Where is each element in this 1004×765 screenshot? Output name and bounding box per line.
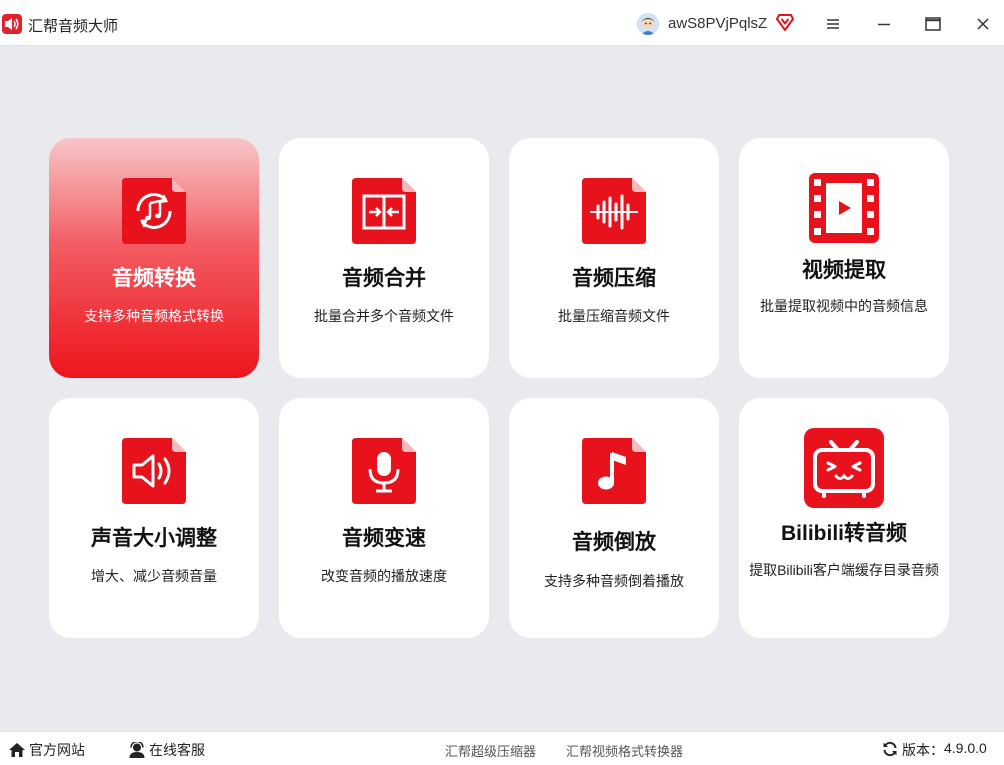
version-label: 版本： (902, 742, 944, 758)
feature-title: 音频变速 (342, 527, 426, 550)
customer-service-icon (129, 742, 145, 758)
audio-convert-icon (122, 178, 186, 244)
feature-card-audio-reverse[interactable]: 音频倒放 支持多种音频倒着播放 (509, 398, 719, 638)
status-bar: 官方网站 在线客服 汇帮超级压缩器 汇帮视频格式转换器 版本： 4.9.0.0 (0, 731, 1004, 765)
minimize-icon[interactable] (872, 12, 896, 36)
feature-title: 音频倒放 (572, 531, 656, 554)
super-compressor-link[interactable]: 汇帮超级压缩器 (445, 741, 536, 760)
feature-card-audio-speed[interactable]: 音频变速 改变音频的播放速度 (279, 398, 489, 638)
username[interactable]: awS8PVjPqlsZ (668, 15, 767, 32)
version-number: 4.9.0.0 (944, 740, 987, 756)
feature-card-video-extract[interactable]: 视频提取 批量提取视频中的音频信息 (739, 138, 949, 378)
bilibili-tv-icon (804, 428, 884, 508)
official-website-label: 官方网站 (29, 742, 85, 758)
feature-title: 声音大小调整 (91, 527, 217, 550)
audio-reverse-icon (582, 438, 646, 504)
feature-title: 音频压缩 (572, 267, 656, 290)
vip-diamond-icon[interactable] (776, 13, 794, 36)
volume-adjust-icon (122, 438, 186, 504)
user-avatar[interactable] (637, 13, 659, 35)
feature-desc: 批量压缩音频文件 (558, 308, 670, 324)
feature-desc: 批量合并多个音频文件 (314, 308, 454, 324)
feature-card-audio-merge[interactable]: 音频合并 批量合并多个音频文件 (279, 138, 489, 378)
feature-desc: 提取Bilibili客户端缓存目录音频 (749, 562, 939, 578)
feature-title: 音频转换 (112, 267, 196, 290)
title-bar: 汇帮音频大师 awS8PVjPqlsZ (0, 0, 1004, 46)
feature-card-volume-adjust[interactable]: 声音大小调整 增大、减少音频音量 (49, 398, 259, 638)
feature-desc: 支持多种音频倒着播放 (544, 573, 684, 589)
feature-desc: 改变音频的播放速度 (321, 568, 447, 584)
menu-icon[interactable] (821, 12, 845, 36)
video-converter-link[interactable]: 汇帮视频格式转换器 (566, 741, 683, 760)
feature-desc: 增大、减少音频音量 (91, 568, 217, 584)
audio-speed-icon (352, 438, 416, 504)
app-logo-icon (2, 14, 22, 34)
online-support-label: 在线客服 (149, 742, 205, 758)
feature-card-audio-compress[interactable]: 音频压缩 批量压缩音频文件 (509, 138, 719, 378)
close-icon[interactable] (971, 12, 995, 36)
home-icon (9, 743, 25, 757)
feature-desc: 支持多种音频格式转换 (84, 308, 224, 324)
official-website-link[interactable]: 官方网站 (8, 740, 85, 760)
online-support-link[interactable]: 在线客服 (128, 740, 205, 760)
feature-card-audio-convert[interactable]: 音频转换 支持多种音频格式转换 (49, 138, 259, 378)
maximize-icon[interactable] (921, 12, 945, 36)
feature-card-bilibili[interactable]: Bilibili转音频 提取Bilibili客户端缓存目录音频 (739, 398, 949, 638)
feature-title: 视频提取 (802, 259, 886, 282)
audio-merge-icon (352, 178, 416, 244)
feature-title: 音频合并 (342, 267, 426, 290)
video-extract-icon (809, 173, 879, 243)
refresh-icon[interactable] (882, 741, 898, 757)
app-title: 汇帮音频大师 (28, 18, 119, 35)
feature-title: Bilibili转音频 (781, 522, 907, 545)
audio-compress-icon (582, 178, 646, 244)
feature-desc: 批量提取视频中的音频信息 (760, 298, 928, 314)
